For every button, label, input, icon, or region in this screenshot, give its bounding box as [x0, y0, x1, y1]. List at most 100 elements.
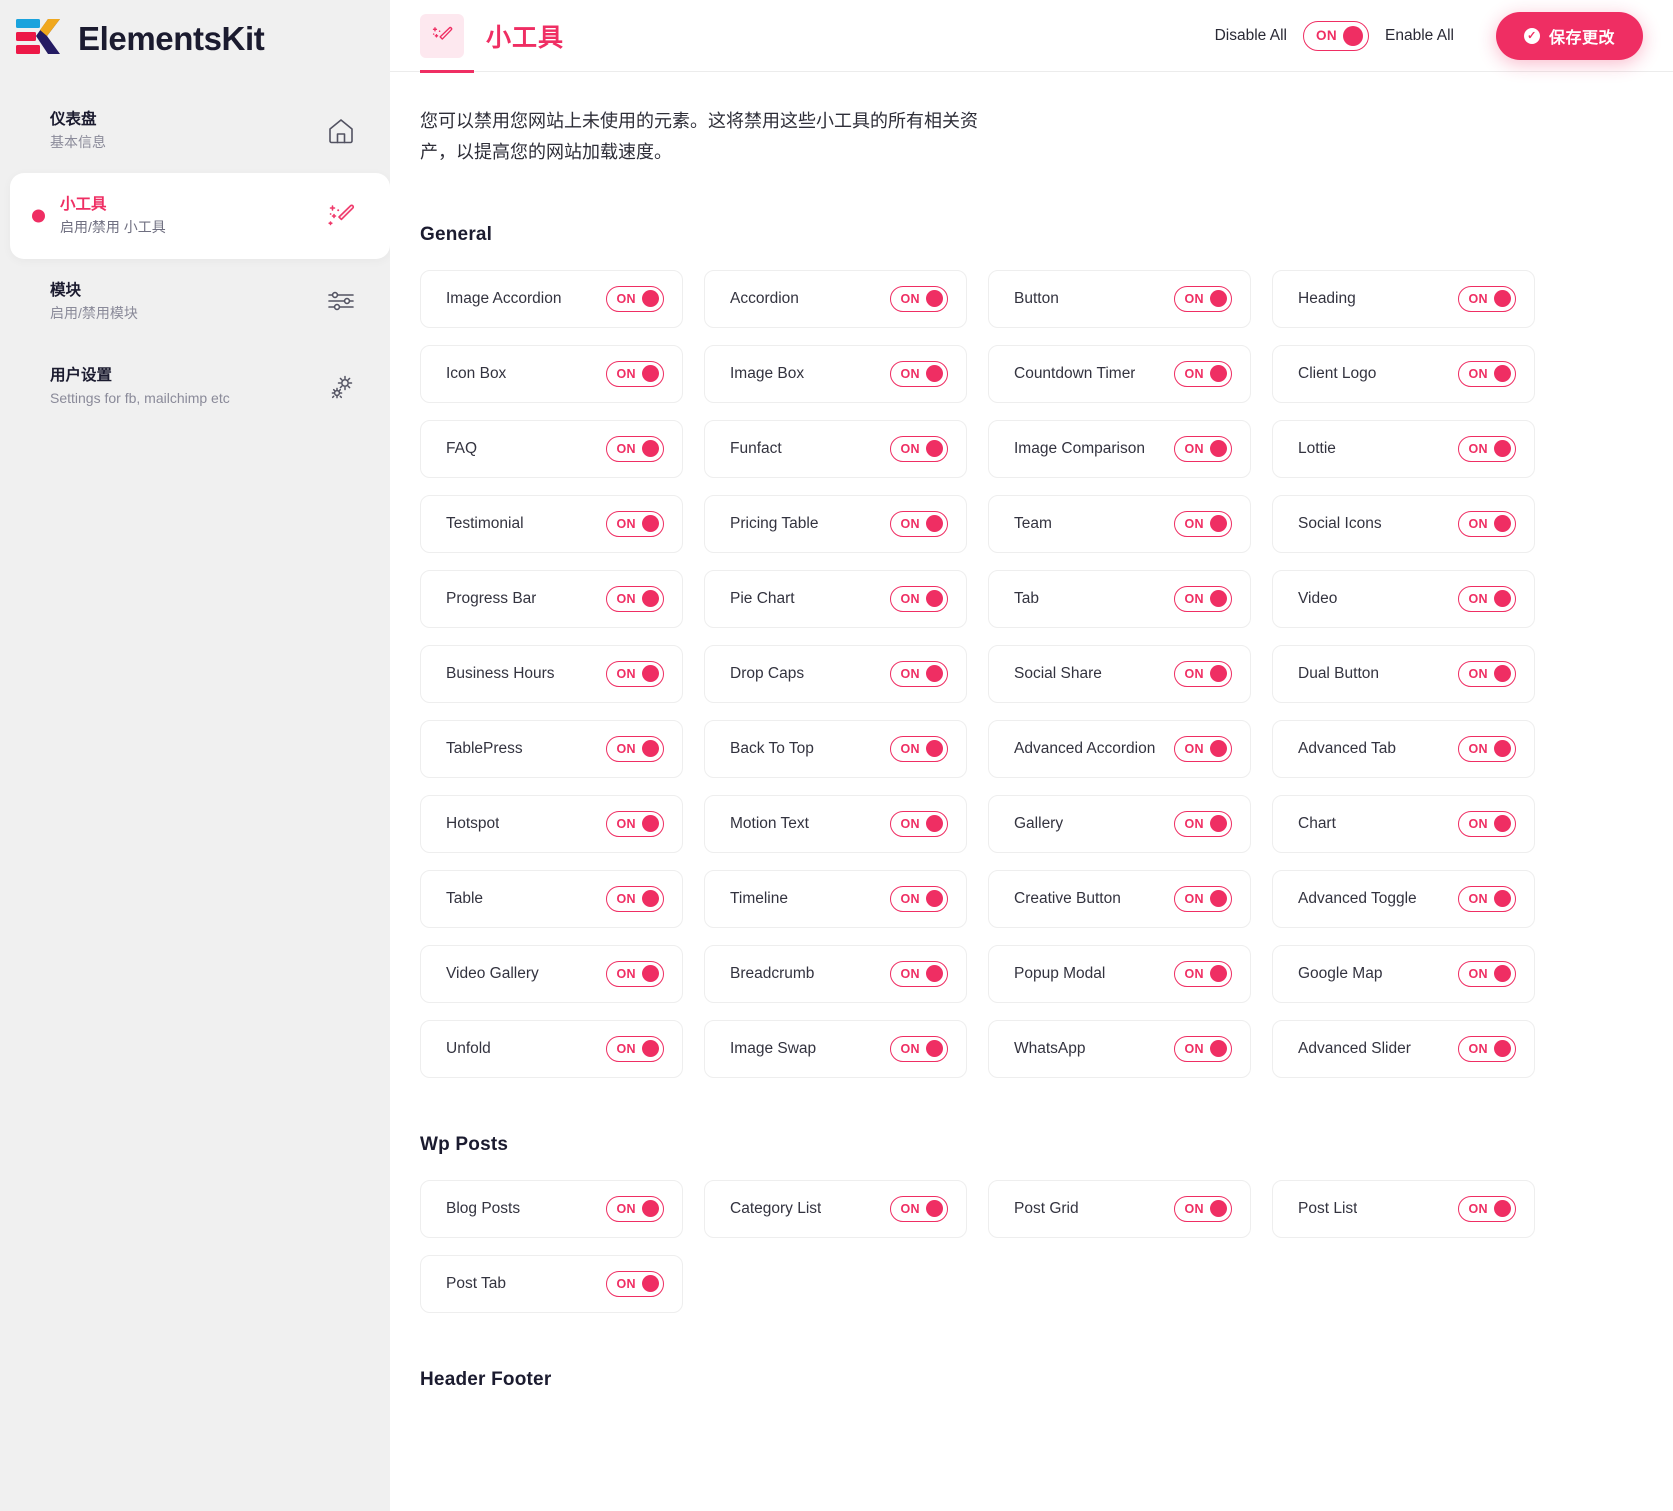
- widget-toggle[interactable]: ON: [890, 585, 948, 612]
- widget-toggle[interactable]: ON: [890, 1035, 948, 1062]
- widget-toggle[interactable]: ON: [1174, 1035, 1232, 1062]
- widget-toggle[interactable]: ON: [1174, 585, 1232, 612]
- widget-card[interactable]: Advanced Toggle ON: [1272, 869, 1535, 928]
- widget-card[interactable]: Category List ON: [704, 1179, 967, 1238]
- widget-toggle[interactable]: ON: [890, 810, 948, 837]
- widget-card[interactable]: Social Share ON: [988, 644, 1251, 703]
- widget-card[interactable]: Unfold ON: [420, 1019, 683, 1078]
- widget-toggle[interactable]: ON: [890, 1195, 948, 1222]
- widget-toggle[interactable]: ON: [606, 585, 664, 612]
- widget-card[interactable]: Advanced Accordion ON: [988, 719, 1251, 778]
- widget-toggle[interactable]: ON: [606, 360, 664, 387]
- widget-toggle[interactable]: ON: [1458, 1195, 1516, 1222]
- widget-toggle[interactable]: ON: [1458, 585, 1516, 612]
- widget-card[interactable]: Lottie ON: [1272, 419, 1535, 478]
- widget-card[interactable]: Business Hours ON: [420, 644, 683, 703]
- widget-toggle[interactable]: ON: [606, 435, 664, 462]
- widget-card[interactable]: Table ON: [420, 869, 683, 928]
- widget-toggle[interactable]: ON: [1174, 435, 1232, 462]
- widget-card[interactable]: Video Gallery ON: [420, 944, 683, 1003]
- widget-toggle[interactable]: ON: [890, 735, 948, 762]
- widget-toggle[interactable]: ON: [606, 885, 664, 912]
- widget-card[interactable]: Hotspot ON: [420, 794, 683, 853]
- widget-card[interactable]: Breadcrumb ON: [704, 944, 967, 1003]
- widget-toggle[interactable]: ON: [606, 660, 664, 687]
- widget-card[interactable]: Post Grid ON: [988, 1179, 1251, 1238]
- widget-card[interactable]: Image Swap ON: [704, 1019, 967, 1078]
- widget-toggle[interactable]: ON: [606, 960, 664, 987]
- sidebar-item-dashboard[interactable]: 仪表盘 基本信息: [0, 88, 390, 173]
- widget-toggle[interactable]: ON: [1174, 360, 1232, 387]
- widget-toggle[interactable]: ON: [606, 1270, 664, 1297]
- widget-toggle[interactable]: ON: [1458, 360, 1516, 387]
- widget-toggle[interactable]: ON: [1458, 735, 1516, 762]
- widget-card[interactable]: Social Icons ON: [1272, 494, 1535, 553]
- widget-toggle[interactable]: ON: [1458, 435, 1516, 462]
- widget-toggle[interactable]: ON: [1174, 960, 1232, 987]
- widget-toggle[interactable]: ON: [1458, 660, 1516, 687]
- disable-all-label[interactable]: Disable All: [1199, 27, 1303, 45]
- widget-card[interactable]: Pricing Table ON: [704, 494, 967, 553]
- widget-card[interactable]: Post Tab ON: [420, 1254, 683, 1313]
- widget-card[interactable]: Motion Text ON: [704, 794, 967, 853]
- widget-card[interactable]: Advanced Tab ON: [1272, 719, 1535, 778]
- widget-toggle[interactable]: ON: [606, 810, 664, 837]
- widget-toggle[interactable]: ON: [890, 960, 948, 987]
- widget-card[interactable]: Image Box ON: [704, 344, 967, 403]
- widget-toggle[interactable]: ON: [890, 510, 948, 537]
- widget-card[interactable]: WhatsApp ON: [988, 1019, 1251, 1078]
- widget-card[interactable]: Drop Caps ON: [704, 644, 967, 703]
- widget-card[interactable]: Gallery ON: [988, 794, 1251, 853]
- widget-card[interactable]: Image Accordion ON: [420, 269, 683, 328]
- widget-card[interactable]: Chart ON: [1272, 794, 1535, 853]
- widget-toggle[interactable]: ON: [606, 735, 664, 762]
- widget-card[interactable]: Timeline ON: [704, 869, 967, 928]
- widget-toggle[interactable]: ON: [1174, 735, 1232, 762]
- widget-card[interactable]: Pie Chart ON: [704, 569, 967, 628]
- widget-card[interactable]: Team ON: [988, 494, 1251, 553]
- widget-toggle[interactable]: ON: [606, 1195, 664, 1222]
- widget-card[interactable]: FAQ ON: [420, 419, 683, 478]
- widget-toggle[interactable]: ON: [1458, 810, 1516, 837]
- tab-widgets[interactable]: 小工具: [420, 0, 564, 73]
- widget-toggle[interactable]: ON: [1458, 885, 1516, 912]
- widget-card[interactable]: Icon Box ON: [420, 344, 683, 403]
- widget-toggle[interactable]: ON: [606, 510, 664, 537]
- widget-toggle[interactable]: ON: [1174, 885, 1232, 912]
- sidebar-item-user-settings[interactable]: 用户设置 Settings for fb, mailchimp etc: [0, 344, 390, 429]
- widget-toggle[interactable]: ON: [890, 285, 948, 312]
- widget-card[interactable]: Popup Modal ON: [988, 944, 1251, 1003]
- enable-all-label[interactable]: Enable All: [1369, 27, 1470, 45]
- master-toggle[interactable]: ON: [1302, 21, 1370, 51]
- sidebar-item-modules[interactable]: 模块 启用/禁用模块: [0, 259, 390, 344]
- widget-card[interactable]: Testimonial ON: [420, 494, 683, 553]
- widget-card[interactable]: Dual Button ON: [1272, 644, 1535, 703]
- widget-card[interactable]: Back To Top ON: [704, 719, 967, 778]
- widget-card[interactable]: Tab ON: [988, 569, 1251, 628]
- widget-toggle[interactable]: ON: [1174, 660, 1232, 687]
- widget-toggle[interactable]: ON: [606, 285, 664, 312]
- widget-toggle[interactable]: ON: [606, 1035, 664, 1062]
- widget-toggle[interactable]: ON: [1174, 810, 1232, 837]
- widget-toggle[interactable]: ON: [1458, 1035, 1516, 1062]
- widget-card[interactable]: Video ON: [1272, 569, 1535, 628]
- widget-card[interactable]: Button ON: [988, 269, 1251, 328]
- save-changes-button[interactable]: ✓ 保存更改: [1495, 12, 1643, 60]
- widget-card[interactable]: Blog Posts ON: [420, 1179, 683, 1238]
- widget-card[interactable]: Post List ON: [1272, 1179, 1535, 1238]
- widget-card[interactable]: Progress Bar ON: [420, 569, 683, 628]
- widget-card[interactable]: Client Logo ON: [1272, 344, 1535, 403]
- widget-card[interactable]: Countdown Timer ON: [988, 344, 1251, 403]
- widget-toggle[interactable]: ON: [1458, 285, 1516, 312]
- widget-card[interactable]: Image Comparison ON: [988, 419, 1251, 478]
- widget-toggle[interactable]: ON: [1174, 285, 1232, 312]
- widget-card[interactable]: Creative Button ON: [988, 869, 1251, 928]
- widget-toggle[interactable]: ON: [890, 660, 948, 687]
- widget-card[interactable]: Heading ON: [1272, 269, 1535, 328]
- widget-toggle[interactable]: ON: [1174, 1195, 1232, 1222]
- widget-toggle[interactable]: ON: [890, 435, 948, 462]
- widget-toggle[interactable]: ON: [890, 360, 948, 387]
- widget-card[interactable]: Accordion ON: [704, 269, 967, 328]
- widget-toggle[interactable]: ON: [1458, 510, 1516, 537]
- widget-card[interactable]: TablePress ON: [420, 719, 683, 778]
